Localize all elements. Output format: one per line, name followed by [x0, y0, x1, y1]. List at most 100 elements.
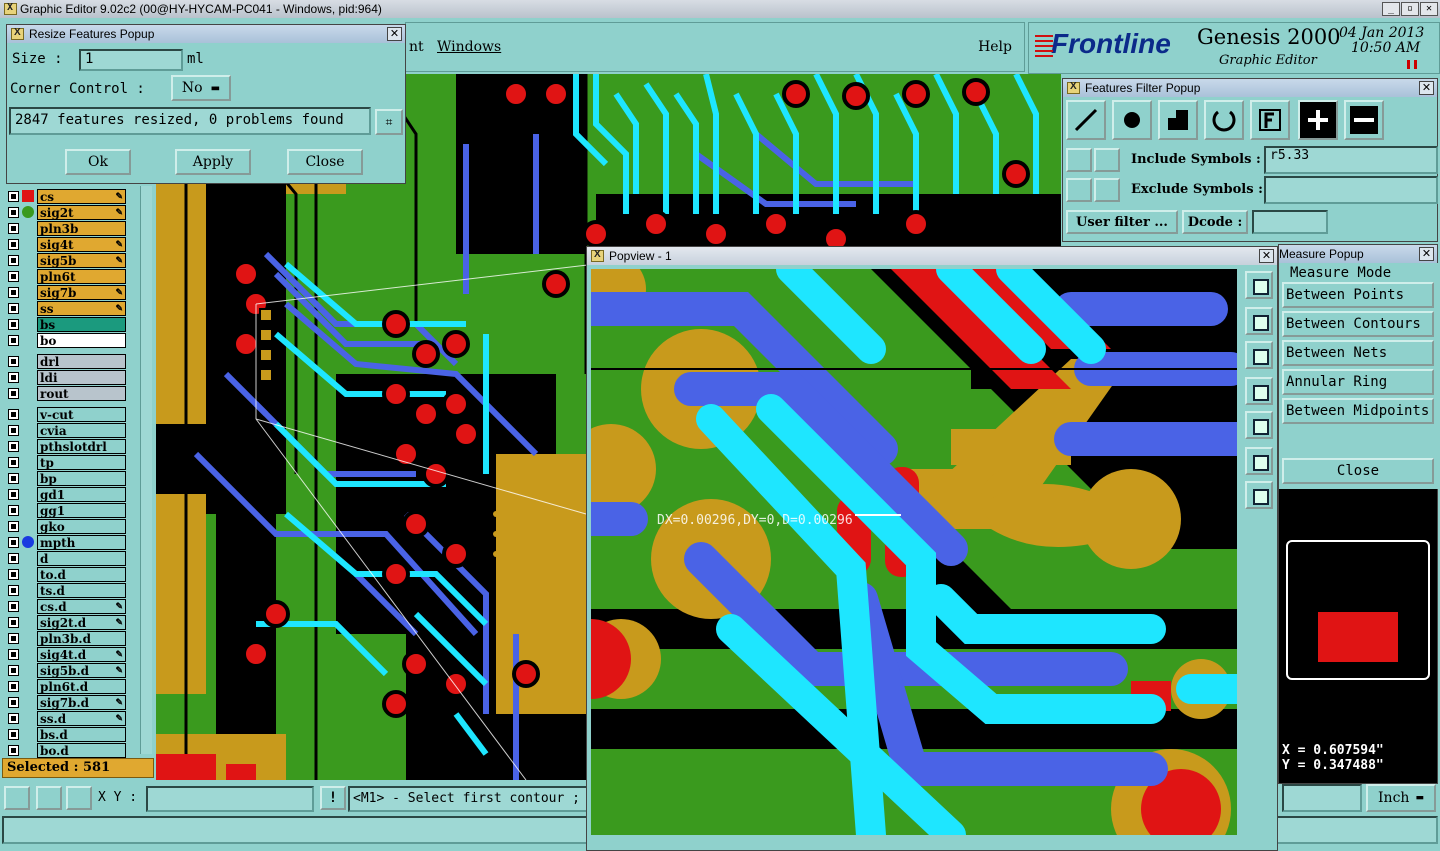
layer-affected-indicator[interactable]	[22, 254, 34, 266]
layer-row-v-cut[interactable]: v-cut	[8, 406, 126, 422]
layer-row-drl[interactable]: drl	[8, 353, 126, 369]
layer-affected-indicator[interactable]	[22, 616, 34, 628]
layer-name[interactable]: pthslotdrl	[37, 438, 126, 454]
layer-checkbox[interactable]	[8, 302, 19, 314]
surface-filter-button[interactable]	[1158, 100, 1198, 140]
measure-close-button[interactable]: Close	[1282, 458, 1434, 484]
layer-name[interactable]: cvia	[37, 422, 126, 438]
layer-checkbox[interactable]	[8, 712, 19, 724]
layer-row-to-d[interactable]: to.d	[8, 566, 126, 582]
layer-affected-indicator[interactable]	[22, 536, 34, 548]
layer-row-ss-d[interactable]: ss.d ✎	[8, 710, 126, 726]
layer-checkbox[interactable]	[8, 632, 19, 644]
layer-affected-indicator[interactable]	[22, 387, 34, 399]
layer-affected-indicator[interactable]	[22, 504, 34, 516]
layer-name[interactable]: tp	[37, 454, 126, 470]
layer-name[interactable]: ss.d ✎	[37, 710, 126, 726]
layer-name[interactable]: sig7b ✎	[37, 284, 126, 300]
layer-checkbox[interactable]	[8, 696, 19, 708]
layer-row-bo[interactable]: bo	[8, 332, 126, 348]
layer-affected-indicator[interactable]	[22, 600, 34, 612]
layer-row-pln3b[interactable]: pln3b	[8, 220, 126, 236]
measure-tool-button[interactable]	[36, 786, 62, 810]
layer-checkbox[interactable]	[8, 286, 19, 298]
layer-name[interactable]: pln3b.d	[37, 630, 126, 646]
layer-name[interactable]: cs ✎	[37, 188, 126, 204]
include-pick-all-button[interactable]	[1094, 148, 1120, 172]
popview-pan-right-button[interactable]	[1245, 411, 1273, 439]
layer-affected-indicator[interactable]	[22, 355, 34, 367]
layer-affected-indicator[interactable]	[22, 680, 34, 692]
layer-checkbox[interactable]	[8, 318, 19, 330]
layer-checkbox[interactable]	[8, 456, 19, 468]
layer-checkbox[interactable]	[8, 680, 19, 692]
popview-pan-down-button[interactable]	[1245, 341, 1273, 369]
layer-row-sig2t-d[interactable]: sig2t.d ✎	[8, 614, 126, 630]
ok-button[interactable]: Ok	[65, 149, 131, 175]
layer-row-sig4t-d[interactable]: sig4t.d ✎	[8, 646, 126, 662]
layer-name[interactable]: bo	[37, 332, 126, 348]
layer-affected-indicator[interactable]	[22, 302, 34, 314]
layer-name[interactable]: rout	[37, 385, 126, 401]
layer-row-tp[interactable]: tp	[8, 454, 126, 470]
layer-name[interactable]: bo.d	[37, 742, 126, 758]
layer-list-scrollbar[interactable]	[140, 186, 152, 754]
layer-row-pln6t[interactable]: pln6t	[8, 268, 126, 284]
layer-name[interactable]: ss ✎	[37, 300, 126, 316]
units-select[interactable]: Inch ▬	[1366, 784, 1436, 812]
layer-affected-indicator[interactable]	[22, 286, 34, 298]
layer-checkbox[interactable]	[8, 371, 19, 383]
layer-checkbox[interactable]	[8, 552, 19, 564]
layer-checkbox[interactable]	[8, 270, 19, 282]
close-icon[interactable]: ✕	[1259, 249, 1274, 263]
layer-checkbox[interactable]	[8, 254, 19, 266]
layer-affected-indicator[interactable]	[22, 568, 34, 580]
layer-row-sig7b-d[interactable]: sig7b.d ✎	[8, 694, 126, 710]
layer-affected-indicator[interactable]	[22, 318, 34, 330]
close-icon[interactable]: ✕	[1419, 81, 1434, 95]
mode-between-points[interactable]: Between Points	[1282, 282, 1434, 308]
layer-affected-indicator[interactable]	[22, 408, 34, 420]
minimize-button[interactable]: _	[1382, 2, 1400, 16]
layer-checkbox[interactable]	[8, 600, 19, 612]
layer-affected-indicator[interactable]	[22, 334, 34, 346]
layer-name[interactable]: pln6t.d	[37, 678, 126, 694]
layer-checkbox[interactable]	[8, 584, 19, 596]
layer-checkbox[interactable]	[8, 648, 19, 660]
layer-checkbox[interactable]	[8, 222, 19, 234]
layer-row-pln3b-d[interactable]: pln3b.d	[8, 630, 126, 646]
layer-affected-indicator[interactable]	[22, 712, 34, 724]
apply-button[interactable]: Apply	[175, 149, 251, 175]
graph-icon-button[interactable]: ⌗	[375, 109, 403, 135]
layer-name[interactable]: gg1	[37, 502, 126, 518]
menu-item-layout[interactable]: nt	[409, 39, 424, 55]
layer-name[interactable]: bs.d	[37, 726, 126, 742]
text-filter-button[interactable]	[1250, 100, 1290, 140]
mode-annular-ring[interactable]: Annular Ring	[1282, 369, 1434, 395]
layer-checkbox[interactable]	[8, 488, 19, 500]
layer-row-sig5b[interactable]: sig5b ✎	[8, 252, 126, 268]
layer-affected-indicator[interactable]	[22, 424, 34, 436]
size-input[interactable]: 1	[79, 49, 183, 71]
layer-affected-indicator[interactable]	[22, 270, 34, 282]
layer-affected-indicator[interactable]	[22, 456, 34, 468]
include-pick-button[interactable]	[1066, 148, 1092, 172]
popview-zoom-in-button[interactable]	[1245, 447, 1273, 475]
include-symbols-input[interactable]: r5.33	[1264, 146, 1438, 174]
layer-name[interactable]: drl	[37, 353, 126, 369]
negative-filter-button[interactable]	[1344, 100, 1384, 140]
layer-row-rout[interactable]: rout	[8, 385, 126, 401]
layer-row-sig7b[interactable]: sig7b ✎	[8, 284, 126, 300]
exclude-pick-all-button[interactable]	[1094, 178, 1120, 202]
zoom-home-button[interactable]	[4, 786, 30, 810]
layer-checkbox[interactable]	[8, 355, 19, 367]
layer-checkbox[interactable]	[8, 206, 19, 218]
layer-row-d[interactable]: d	[8, 550, 126, 566]
close-window-button[interactable]: ✕	[1420, 2, 1438, 16]
grid-button[interactable]	[66, 786, 92, 810]
dcode-input[interactable]	[1252, 210, 1328, 234]
layer-name[interactable]: sig5b.d ✎	[37, 662, 126, 678]
layer-row-pln6t-d[interactable]: pln6t.d	[8, 678, 126, 694]
layer-row-gd1[interactable]: gd1	[8, 486, 126, 502]
layer-row-ts-d[interactable]: ts.d	[8, 582, 126, 598]
